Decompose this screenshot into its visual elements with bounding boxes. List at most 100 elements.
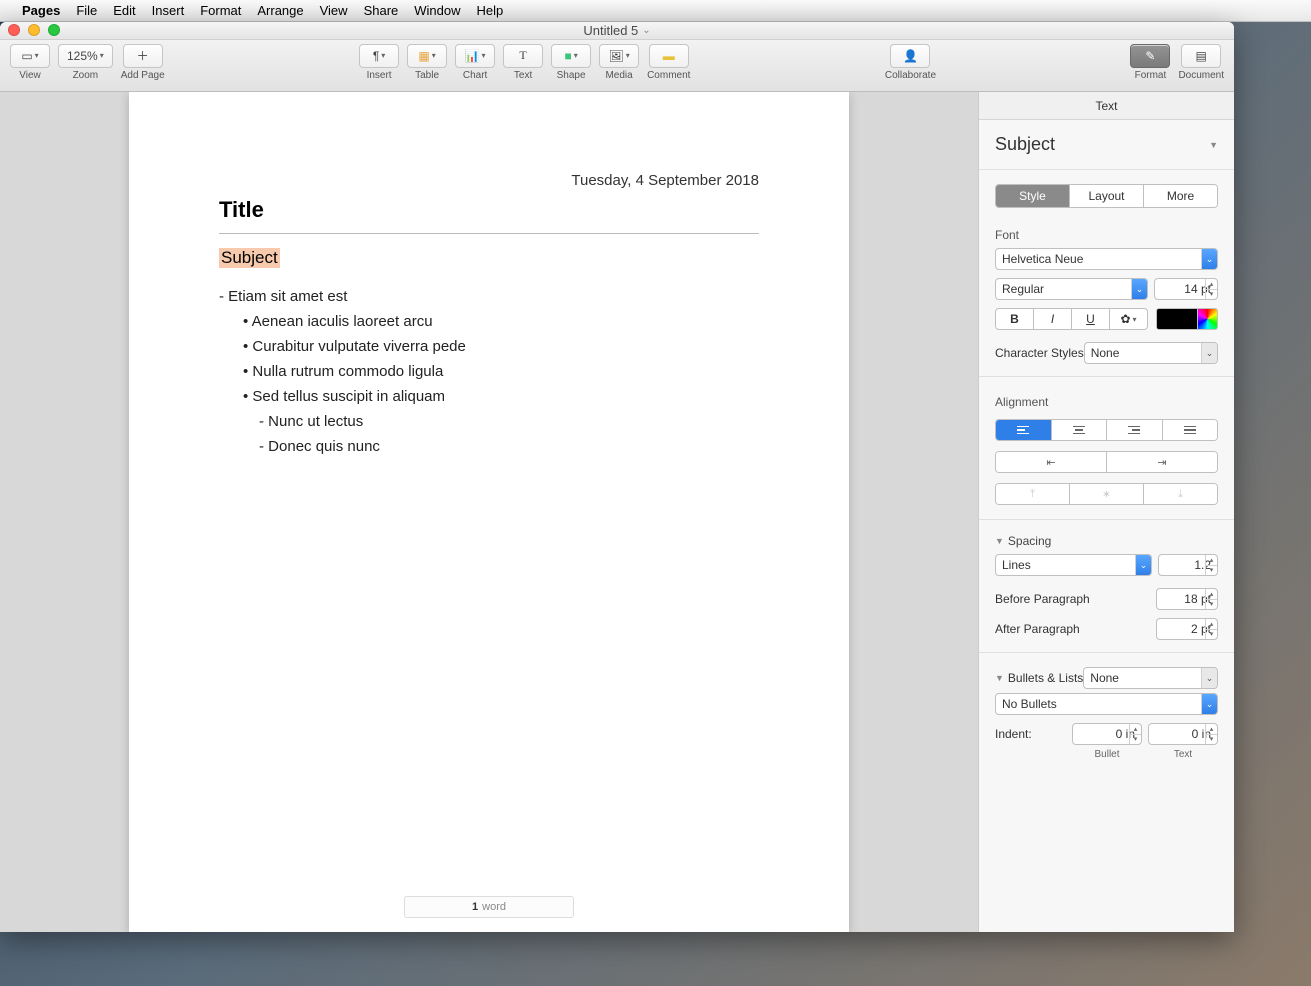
title-rule xyxy=(219,233,759,234)
increase-indent-button[interactable]: ⇥ xyxy=(1106,452,1217,472)
comment-button[interactable]: ▬ xyxy=(649,44,689,68)
underline-button[interactable]: U xyxy=(1072,308,1110,330)
minimize-button[interactable] xyxy=(28,24,40,36)
paragraph-style-select[interactable]: Subject ▼ xyxy=(979,120,1234,170)
spacing-mode-select[interactable]: Lines ⌄ xyxy=(995,554,1152,576)
align-center-button[interactable] xyxy=(1051,420,1107,440)
menu-help[interactable]: Help xyxy=(477,3,504,18)
shape-button[interactable]: ■▾ xyxy=(551,44,591,68)
zoom-value: 125% xyxy=(67,49,98,63)
align-top-button[interactable]: ⤒ xyxy=(996,484,1069,504)
chart-label: Chart xyxy=(463,70,487,81)
indent-bullet-stepper[interactable]: 0 in ▴▾ xyxy=(1072,723,1142,745)
page-count-number: 1 xyxy=(472,901,478,913)
bullets-type-value: No Bullets xyxy=(1002,697,1057,711)
view-button[interactable]: ▭▾ xyxy=(10,44,50,68)
menu-file[interactable]: File xyxy=(76,3,97,18)
document-canvas[interactable]: Tuesday, 4 September 2018 Title Subject … xyxy=(0,92,978,932)
bullets-type-select[interactable]: No Bullets ⌄ xyxy=(995,693,1218,715)
spacing-section[interactable]: ▼Spacing xyxy=(979,528,1234,554)
text-options-button[interactable]: ✿▾ xyxy=(1110,308,1148,330)
after-paragraph-label: After Paragraph xyxy=(995,622,1080,636)
inspector-top-tab[interactable]: Text xyxy=(979,92,1234,120)
zoom-select[interactable]: 125%▾ xyxy=(58,44,113,68)
maximize-button[interactable] xyxy=(48,24,60,36)
document-subject[interactable]: Subject xyxy=(219,248,280,268)
inspector-tabs: Style Layout More xyxy=(995,184,1218,208)
align-bottom-button[interactable]: ⤓ xyxy=(1143,484,1217,504)
list-item[interactable]: Nunc ut lectus xyxy=(259,413,759,430)
close-button[interactable] xyxy=(8,24,20,36)
view-label: View xyxy=(19,70,41,81)
indent-text-sublabel: Text xyxy=(1148,749,1218,760)
insert-button[interactable]: ¶▾ xyxy=(359,44,399,68)
align-justify-button[interactable] xyxy=(1162,420,1218,440)
align-middle-button[interactable]: ✶ xyxy=(1069,484,1143,504)
font-size-stepper[interactable]: 14 pt ▴▾ xyxy=(1154,278,1218,300)
format-button[interactable]: ✎ xyxy=(1130,44,1170,68)
table-button[interactable]: ▦▾ xyxy=(407,44,447,68)
window-title[interactable]: Untitled 5 ⌄ xyxy=(583,23,650,38)
document-list[interactable]: Etiam sit amet est Aenean iaculis laoree… xyxy=(219,288,759,455)
bold-button[interactable]: B xyxy=(995,308,1034,330)
indent-text-stepper[interactable]: 0 in ▴▾ xyxy=(1148,723,1218,745)
spacing-value-stepper[interactable]: 1.2 ▴▾ xyxy=(1158,554,1218,576)
chart-button[interactable]: 📊▾ xyxy=(455,44,495,68)
content-area: Tuesday, 4 September 2018 Title Subject … xyxy=(0,92,1234,932)
chevron-down-icon: ⌄ xyxy=(642,25,650,36)
document-date[interactable]: Tuesday, 4 September 2018 xyxy=(219,172,759,189)
collaborate-button[interactable]: 👤 xyxy=(890,44,930,68)
list-item[interactable]: Aenean iaculis laoreet arcu xyxy=(243,313,759,330)
document-button[interactable]: ▤ xyxy=(1181,44,1221,68)
spacing-label: Spacing xyxy=(1008,534,1051,548)
text-button[interactable]: T xyxy=(503,44,543,68)
menu-view[interactable]: View xyxy=(320,3,348,18)
font-family-select[interactable]: Helvetica Neue ⌄ xyxy=(995,248,1218,270)
menu-share[interactable]: Share xyxy=(364,3,399,18)
menu-format[interactable]: Format xyxy=(200,3,241,18)
list-item[interactable]: Nulla rutrum commodo ligula xyxy=(243,363,759,380)
list-item[interactable]: Etiam sit amet est xyxy=(219,288,759,305)
bullets-lists-style-value: None xyxy=(1090,671,1119,685)
add-page-button[interactable]: ＋ xyxy=(123,44,163,68)
character-styles-value: None xyxy=(1091,346,1120,360)
font-style-select[interactable]: Regular ⌄ xyxy=(995,278,1148,300)
before-paragraph-stepper[interactable]: 18 pt ▴▾ xyxy=(1156,588,1218,610)
document-title[interactable]: Title xyxy=(219,197,759,223)
table-label: Table xyxy=(415,70,439,81)
list-item[interactable]: Curabitur vulputate viverra pede xyxy=(243,338,759,355)
character-styles-select[interactable]: None ⌄ xyxy=(1084,342,1218,364)
text-label: Text xyxy=(514,70,532,81)
insert-label: Insert xyxy=(367,70,392,81)
bullets-lists-style-select[interactable]: None ⌄ xyxy=(1083,667,1218,689)
shape-label: Shape xyxy=(557,70,586,81)
menu-edit[interactable]: Edit xyxy=(113,3,135,18)
color-wheel-button[interactable] xyxy=(1198,308,1218,330)
page-count-unit: word xyxy=(482,901,506,913)
font-section-label: Font xyxy=(979,218,1234,248)
menu-insert[interactable]: Insert xyxy=(152,3,185,18)
document-label: Document xyxy=(1178,70,1224,81)
list-item[interactable]: Donec quis nunc xyxy=(259,438,759,455)
align-right-button[interactable] xyxy=(1106,420,1162,440)
tab-style[interactable]: Style xyxy=(996,185,1069,207)
tab-more[interactable]: More xyxy=(1143,185,1217,207)
alignment-label: Alignment xyxy=(979,385,1234,415)
page-count-footer[interactable]: 1 word xyxy=(404,896,574,918)
decrease-indent-button[interactable]: ⇤ xyxy=(996,452,1106,472)
font-style-value: Regular xyxy=(1002,282,1044,296)
media-button[interactable]: 🖼▾ xyxy=(599,44,639,68)
italic-button[interactable]: I xyxy=(1034,308,1072,330)
menu-arrange[interactable]: Arrange xyxy=(257,3,303,18)
after-paragraph-stepper[interactable]: 2 pt ▴▾ xyxy=(1156,618,1218,640)
inspector-panel: Text Subject ▼ Style Layout More Font He… xyxy=(978,92,1234,932)
menu-window[interactable]: Window xyxy=(414,3,460,18)
format-label: Format xyxy=(1135,70,1167,81)
toolbar: ▭▾ View 125%▾ Zoom ＋ Add Page ¶▾ Insert … xyxy=(0,40,1234,92)
list-item[interactable]: Sed tellus suscipit in aliquam xyxy=(243,388,759,405)
text-color-swatch[interactable] xyxy=(1156,308,1198,330)
align-left-button[interactable] xyxy=(996,420,1051,440)
app-menu[interactable]: Pages xyxy=(22,3,60,18)
page[interactable]: Tuesday, 4 September 2018 Title Subject … xyxy=(129,92,849,932)
tab-layout[interactable]: Layout xyxy=(1069,185,1143,207)
